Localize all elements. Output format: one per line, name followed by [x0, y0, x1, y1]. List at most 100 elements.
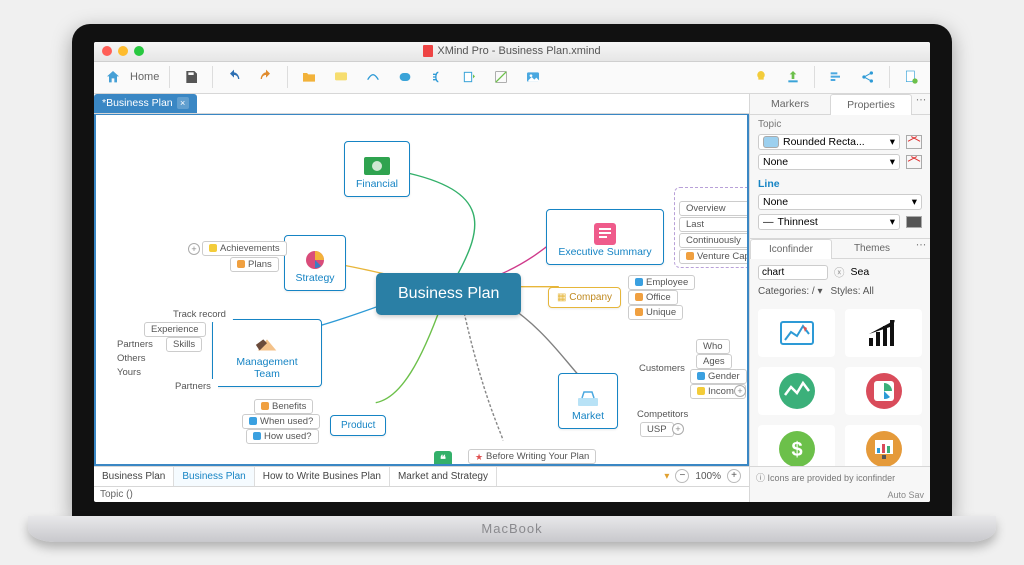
floating-howlong[interactable]: How Long Should Your Plan Be? — [468, 465, 631, 466]
new-sheet-button[interactable] — [900, 66, 922, 88]
panel-menu-icon[interactable]: ⋯ — [912, 94, 930, 114]
node-label: Management Team — [236, 356, 297, 380]
central-topic[interactable]: Business Plan — [376, 273, 521, 315]
sub-achievements[interactable]: Achievements — [202, 241, 287, 256]
sub-others[interactable]: Others — [110, 351, 153, 366]
sheet-tab[interactable]: Business Plan — [174, 467, 254, 486]
shape-select[interactable]: Rounded Recta...▾ — [758, 134, 900, 150]
icon-result[interactable] — [845, 309, 922, 357]
note-button[interactable] — [330, 66, 352, 88]
document-tab[interactable]: *Business Plan × — [94, 94, 197, 113]
icon-result[interactable] — [758, 309, 835, 357]
sheet-tab[interactable]: How to Write Busines Plan — [255, 467, 390, 486]
node-executive-summary[interactable]: Executive Summary — [546, 209, 664, 265]
node-market[interactable]: Market — [558, 373, 618, 429]
categories-select[interactable]: / ▾ — [812, 286, 823, 297]
export-button[interactable] — [782, 66, 804, 88]
window-titlebar: XMind Pro - Business Plan.xmind — [94, 42, 930, 62]
zoom-value: 100% — [695, 471, 721, 482]
sub-competitors[interactable]: Competitors — [630, 407, 695, 422]
floating-before[interactable]: ★Before Writing Your Plan — [468, 449, 596, 464]
node-product[interactable]: Product — [330, 415, 386, 436]
clear-shape-button[interactable] — [906, 135, 922, 149]
sheet-tab[interactable]: Business Plan — [94, 467, 174, 486]
open-folder-button[interactable] — [298, 66, 320, 88]
undo-button[interactable] — [223, 66, 245, 88]
image-button[interactable] — [522, 66, 544, 88]
tab-markers[interactable]: Markers — [750, 94, 830, 114]
sub-plans[interactable]: Plans — [230, 257, 279, 272]
categories-label: Categories: — [758, 286, 809, 297]
filter-icon[interactable]: ▾ — [664, 471, 669, 482]
line-color-swatch[interactable] — [906, 216, 922, 228]
sub-customers[interactable]: Customers — [632, 361, 692, 376]
node-strategy[interactable]: Strategy — [284, 235, 346, 291]
sub-skills[interactable]: Skills — [166, 337, 202, 352]
node-label: Company — [569, 292, 612, 303]
sub-overview[interactable]: Overview — [679, 201, 749, 216]
document-list-icon — [592, 224, 618, 244]
status-bar: Topic () — [94, 486, 749, 502]
sub-when[interactable]: When used? — [242, 414, 320, 429]
node-management-team[interactable]: Management Team — [212, 319, 322, 387]
important-callout: Important — [679, 190, 749, 200]
node-financial[interactable]: Financial — [344, 141, 410, 197]
sub-gender[interactable]: Gender — [690, 369, 747, 384]
sub-ages[interactable]: Ages — [696, 354, 732, 369]
zoom-in-button[interactable]: + — [727, 469, 741, 483]
sub-unique[interactable]: Unique — [628, 305, 683, 320]
central-topic-label: Business Plan — [398, 285, 499, 302]
icon-result[interactable] — [845, 367, 922, 415]
share-button[interactable] — [857, 66, 879, 88]
line-weight-select[interactable]: — Thinnest▾ — [758, 214, 900, 230]
tab-iconfinder[interactable]: Iconfinder — [750, 239, 832, 259]
expand-toggle[interactable]: + — [672, 423, 684, 435]
sub-experience[interactable]: Experience — [144, 322, 206, 337]
sub-office[interactable]: Office — [628, 290, 678, 305]
sub-employee[interactable]: Employee — [628, 275, 695, 290]
sub-yours[interactable]: Yours — [110, 365, 148, 380]
mindmap-canvas[interactable]: Business Plan Financial — [94, 114, 749, 466]
sub-partners2[interactable]: Partners — [168, 379, 218, 394]
sub-usp[interactable]: USP — [640, 422, 674, 437]
styles-select[interactable]: All — [863, 286, 874, 297]
line-style-select[interactable]: None▾ — [758, 194, 922, 210]
sub-continuously[interactable]: Continuously — [679, 233, 749, 248]
icon-result[interactable] — [845, 425, 922, 466]
tab-properties[interactable]: Properties — [830, 94, 912, 115]
icon-result[interactable] — [758, 367, 835, 415]
sub-who[interactable]: Who — [696, 339, 730, 354]
icon-result[interactable]: $ — [758, 425, 835, 466]
panel-menu-icon[interactable]: ⋯ — [912, 239, 930, 258]
sub-how[interactable]: How used? — [246, 429, 319, 444]
drillthrough-button[interactable] — [490, 66, 512, 88]
sub-benefits[interactable]: Benefits — [254, 399, 313, 414]
relationship-button[interactable] — [362, 66, 384, 88]
sub-partners1[interactable]: Partners — [110, 337, 160, 352]
sub-last[interactable]: Last — [679, 217, 749, 232]
sheet-tab[interactable]: Market and Strategy — [390, 467, 497, 486]
idea-button[interactable] — [750, 66, 772, 88]
icon-search-input[interactable] — [758, 265, 828, 280]
save-button[interactable] — [180, 66, 202, 88]
tab-themes[interactable]: Themes — [832, 239, 912, 258]
home-button[interactable] — [102, 66, 124, 88]
fill-select[interactable]: None▾ — [758, 154, 900, 170]
node-label: Strategy — [295, 272, 334, 284]
boundary-button[interactable] — [394, 66, 416, 88]
attach-button[interactable] — [458, 66, 480, 88]
gantt-button[interactable] — [825, 66, 847, 88]
sub-track[interactable]: Track record — [166, 307, 233, 322]
clear-fill-button[interactable] — [906, 155, 922, 169]
search-button[interactable]: Sea — [851, 266, 870, 278]
clear-search-icon[interactable]: ⓧ — [834, 265, 845, 280]
close-tab-icon[interactable]: × — [177, 97, 189, 109]
node-company[interactable]: ▦ Company — [548, 287, 621, 308]
summary-button[interactable] — [426, 66, 448, 88]
node-label: Executive Summary — [558, 246, 651, 258]
redo-button[interactable] — [255, 66, 277, 88]
sub-venture[interactable]: Venture Capitalists — [679, 249, 749, 264]
zoom-out-button[interactable]: − — [675, 469, 689, 483]
expand-toggle[interactable]: + — [734, 385, 746, 397]
expand-toggle[interactable]: + — [188, 243, 200, 255]
